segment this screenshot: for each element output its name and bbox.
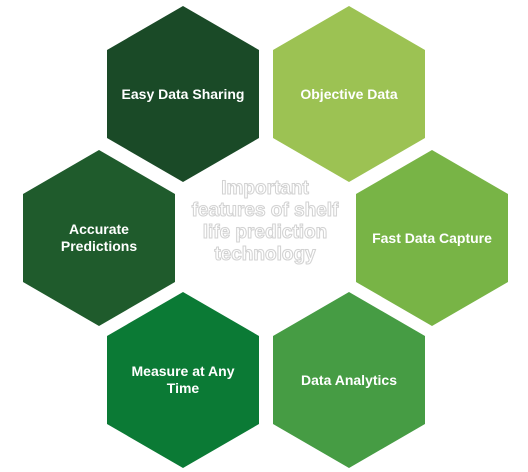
hexagon-easy-data-sharing: Easy Data Sharing bbox=[107, 6, 259, 182]
hexagon-data-analytics: Data Analytics bbox=[273, 292, 425, 468]
hexagon-label: Accurate Predictions bbox=[60, 221, 138, 254]
hexagon-label: Fast Data Capture bbox=[372, 229, 492, 246]
hexagon-fast-data-capture: Fast Data Capture bbox=[356, 150, 508, 326]
hexagon-objective-data: Objective Data bbox=[273, 6, 425, 182]
hexagon-diagram: Easy Data Sharing Objective Data Accurat… bbox=[0, 0, 528, 472]
hexagon-label: Data Analytics bbox=[301, 371, 397, 388]
hexagon-accurate-predictions: Accurate Predictions bbox=[23, 150, 175, 326]
hexagon-measure-at-any-time: Measure at Any Time bbox=[107, 292, 259, 468]
hexagon-label: Easy Data Sharing bbox=[121, 85, 245, 102]
hexagon-label: Objective Data bbox=[300, 85, 398, 102]
hexagon-label: Measure at Any Time bbox=[131, 363, 235, 396]
center-title: Important features of shelf life predict… bbox=[191, 178, 339, 266]
